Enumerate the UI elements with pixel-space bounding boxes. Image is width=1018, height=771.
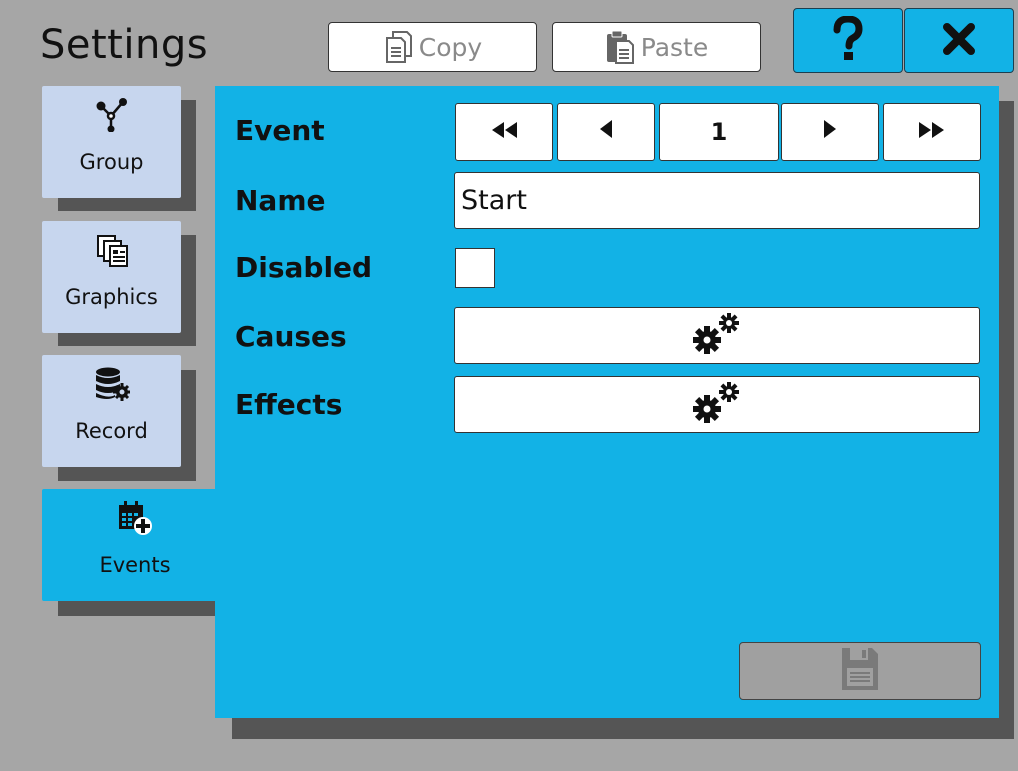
network-nodes-icon [95,94,129,136]
paste-button[interactable]: Paste [552,22,761,72]
event-label: Event [235,114,325,147]
help-button[interactable] [793,8,903,73]
first-event-button[interactable] [455,103,553,161]
close-icon [942,22,976,60]
tab-graphics[interactable]: Graphics [42,221,181,333]
tab-label-record: Record [75,419,148,443]
tab-group[interactable]: Group [42,86,181,198]
gears-icon [691,312,743,360]
tab-events[interactable]: Events [42,489,228,601]
previous-event-button[interactable] [557,103,655,161]
disabled-checkbox[interactable] [455,248,495,288]
tab-label-events: Events [99,553,171,577]
effects-label: Effects [235,388,343,421]
name-label: Name [235,184,326,217]
database-gear-icon [93,363,131,405]
save-button[interactable] [739,642,981,700]
event-number: 1 [659,103,779,161]
last-event-button[interactable] [883,103,981,161]
disabled-label: Disabled [235,251,373,284]
question-mark-icon [831,14,865,66]
effects-button[interactable] [454,376,980,433]
close-button[interactable] [904,8,1014,73]
gears-icon [691,381,743,429]
clipboard-icon [605,29,635,65]
causes-label: Causes [235,320,347,353]
save-icon [840,646,880,696]
page-title: Settings [40,22,209,68]
next-icon [821,118,839,146]
settings-screen: Settings Copy Paste Group Graphics Recor… [0,0,1018,771]
paste-label: Paste [640,32,709,62]
calendar-add-icon [116,497,154,539]
tab-record[interactable]: Record [42,355,181,467]
last-icon [917,118,947,146]
graphics-pages-icon [95,229,129,271]
causes-button[interactable] [454,307,980,364]
copy-label: Copy [418,32,483,62]
name-input[interactable]: Start [454,172,980,229]
tab-label-graphics: Graphics [65,285,158,309]
copy-icon [383,30,413,64]
tab-label-group: Group [79,150,144,174]
previous-icon [597,118,615,146]
first-icon [489,118,519,146]
next-event-button[interactable] [781,103,879,161]
copy-button[interactable]: Copy [328,22,537,72]
